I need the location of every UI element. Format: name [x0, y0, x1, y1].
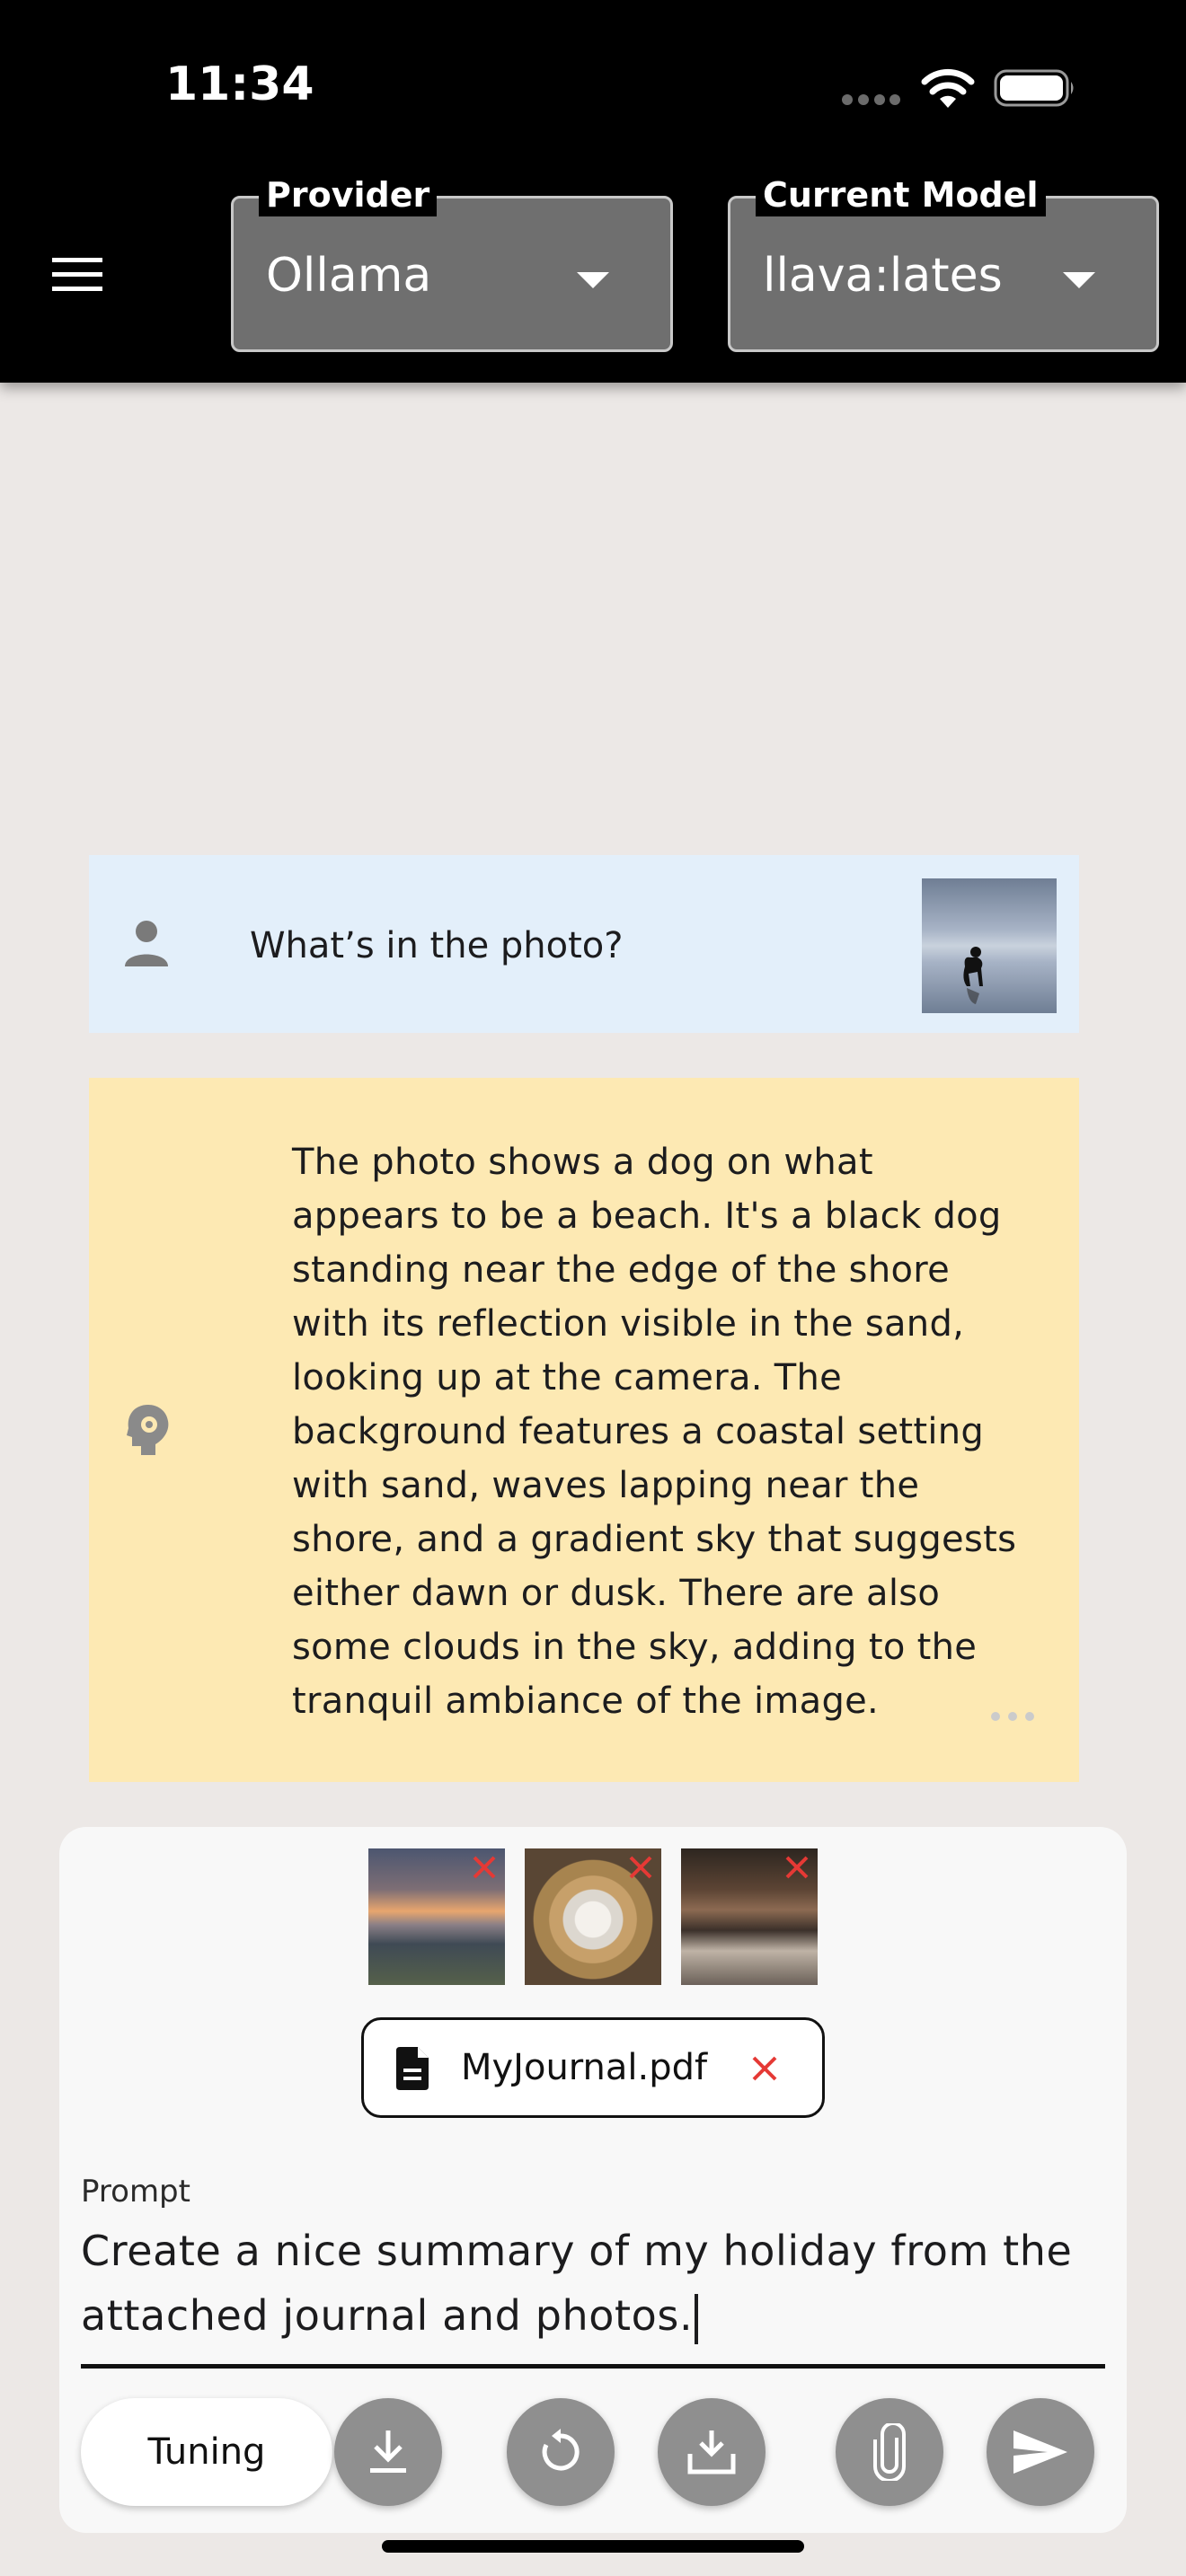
- provider-dropdown[interactable]: Provider Ollama: [231, 173, 673, 352]
- person-icon: [125, 921, 168, 966]
- model-label: Current Model: [756, 173, 1046, 216]
- prompt-input[interactable]: Create a nice summary of my holiday from…: [81, 2219, 1105, 2348]
- provider-label: Provider: [259, 173, 438, 216]
- app-bar: 11:34 Provider Ollama Current Model llav…: [0, 0, 1186, 383]
- download-icon: [370, 2430, 406, 2473]
- reset-button[interactable]: [507, 2398, 615, 2506]
- assistant-message-text: The photo shows a dog on what appears to…: [292, 1142, 1017, 1722]
- document-icon: [396, 2047, 429, 2090]
- assistant-message: The photo shows a dog on what appears to…: [89, 1078, 1079, 1782]
- send-button[interactable]: [987, 2398, 1094, 2506]
- tuning-button[interactable]: Tuning: [81, 2398, 332, 2506]
- attached-file-chip[interactable]: MyJournal.pdf: [361, 2017, 825, 2118]
- wifi-icon: [921, 68, 975, 108]
- user-message: What’s in the photo?: [89, 855, 1079, 1033]
- attach-icon: [873, 2423, 906, 2481]
- dropdown-caret-icon: [577, 272, 609, 288]
- home-indicator: [382, 2540, 804, 2553]
- ai-brain-icon: [127, 1405, 169, 1455]
- attached-photo-thumbnail[interactable]: [368, 1848, 505, 1985]
- prompt-input-value: Create a nice summary of my holiday from…: [81, 2227, 1073, 2340]
- battery-icon: [994, 69, 1074, 107]
- save-button[interactable]: [658, 2398, 766, 2506]
- close-icon[interactable]: [750, 2054, 779, 2083]
- dropdown-caret-icon: [1063, 272, 1095, 288]
- more-icon[interactable]: [989, 1710, 1036, 1723]
- model-dropdown[interactable]: Current Model llava:lates: [728, 173, 1159, 352]
- prompt-underline: [81, 2364, 1105, 2369]
- attached-photo-thumbnail[interactable]: [681, 1848, 818, 1985]
- model-value: llava:lates: [763, 249, 1003, 303]
- status-time: 11:34: [165, 57, 314, 111]
- save-icon: [687, 2430, 736, 2475]
- close-icon[interactable]: [783, 1854, 810, 1881]
- attach-button[interactable]: [836, 2398, 943, 2506]
- close-icon[interactable]: [627, 1854, 654, 1881]
- send-icon: [1013, 2430, 1067, 2474]
- dog-silhouette-icon: [963, 947, 983, 1004]
- provider-value: Ollama: [266, 249, 432, 303]
- signal-icon: [842, 94, 900, 105]
- download-model-button[interactable]: [334, 2398, 442, 2506]
- composer-panel: MyJournal.pdf Prompt Create a nice summa…: [59, 1827, 1127, 2533]
- menu-icon[interactable]: [50, 251, 104, 296]
- message-photo-thumbnail[interactable]: [922, 878, 1057, 1013]
- user-message-text: What’s in the photo?: [250, 925, 624, 966]
- attached-photo-thumbnail[interactable]: [525, 1848, 661, 1985]
- close-icon[interactable]: [471, 1854, 498, 1881]
- prompt-label: Prompt: [81, 2174, 190, 2210]
- attached-file-name: MyJournal.pdf: [461, 2047, 708, 2088]
- refresh-icon: [542, 2429, 580, 2471]
- text-cursor: [695, 2293, 699, 2344]
